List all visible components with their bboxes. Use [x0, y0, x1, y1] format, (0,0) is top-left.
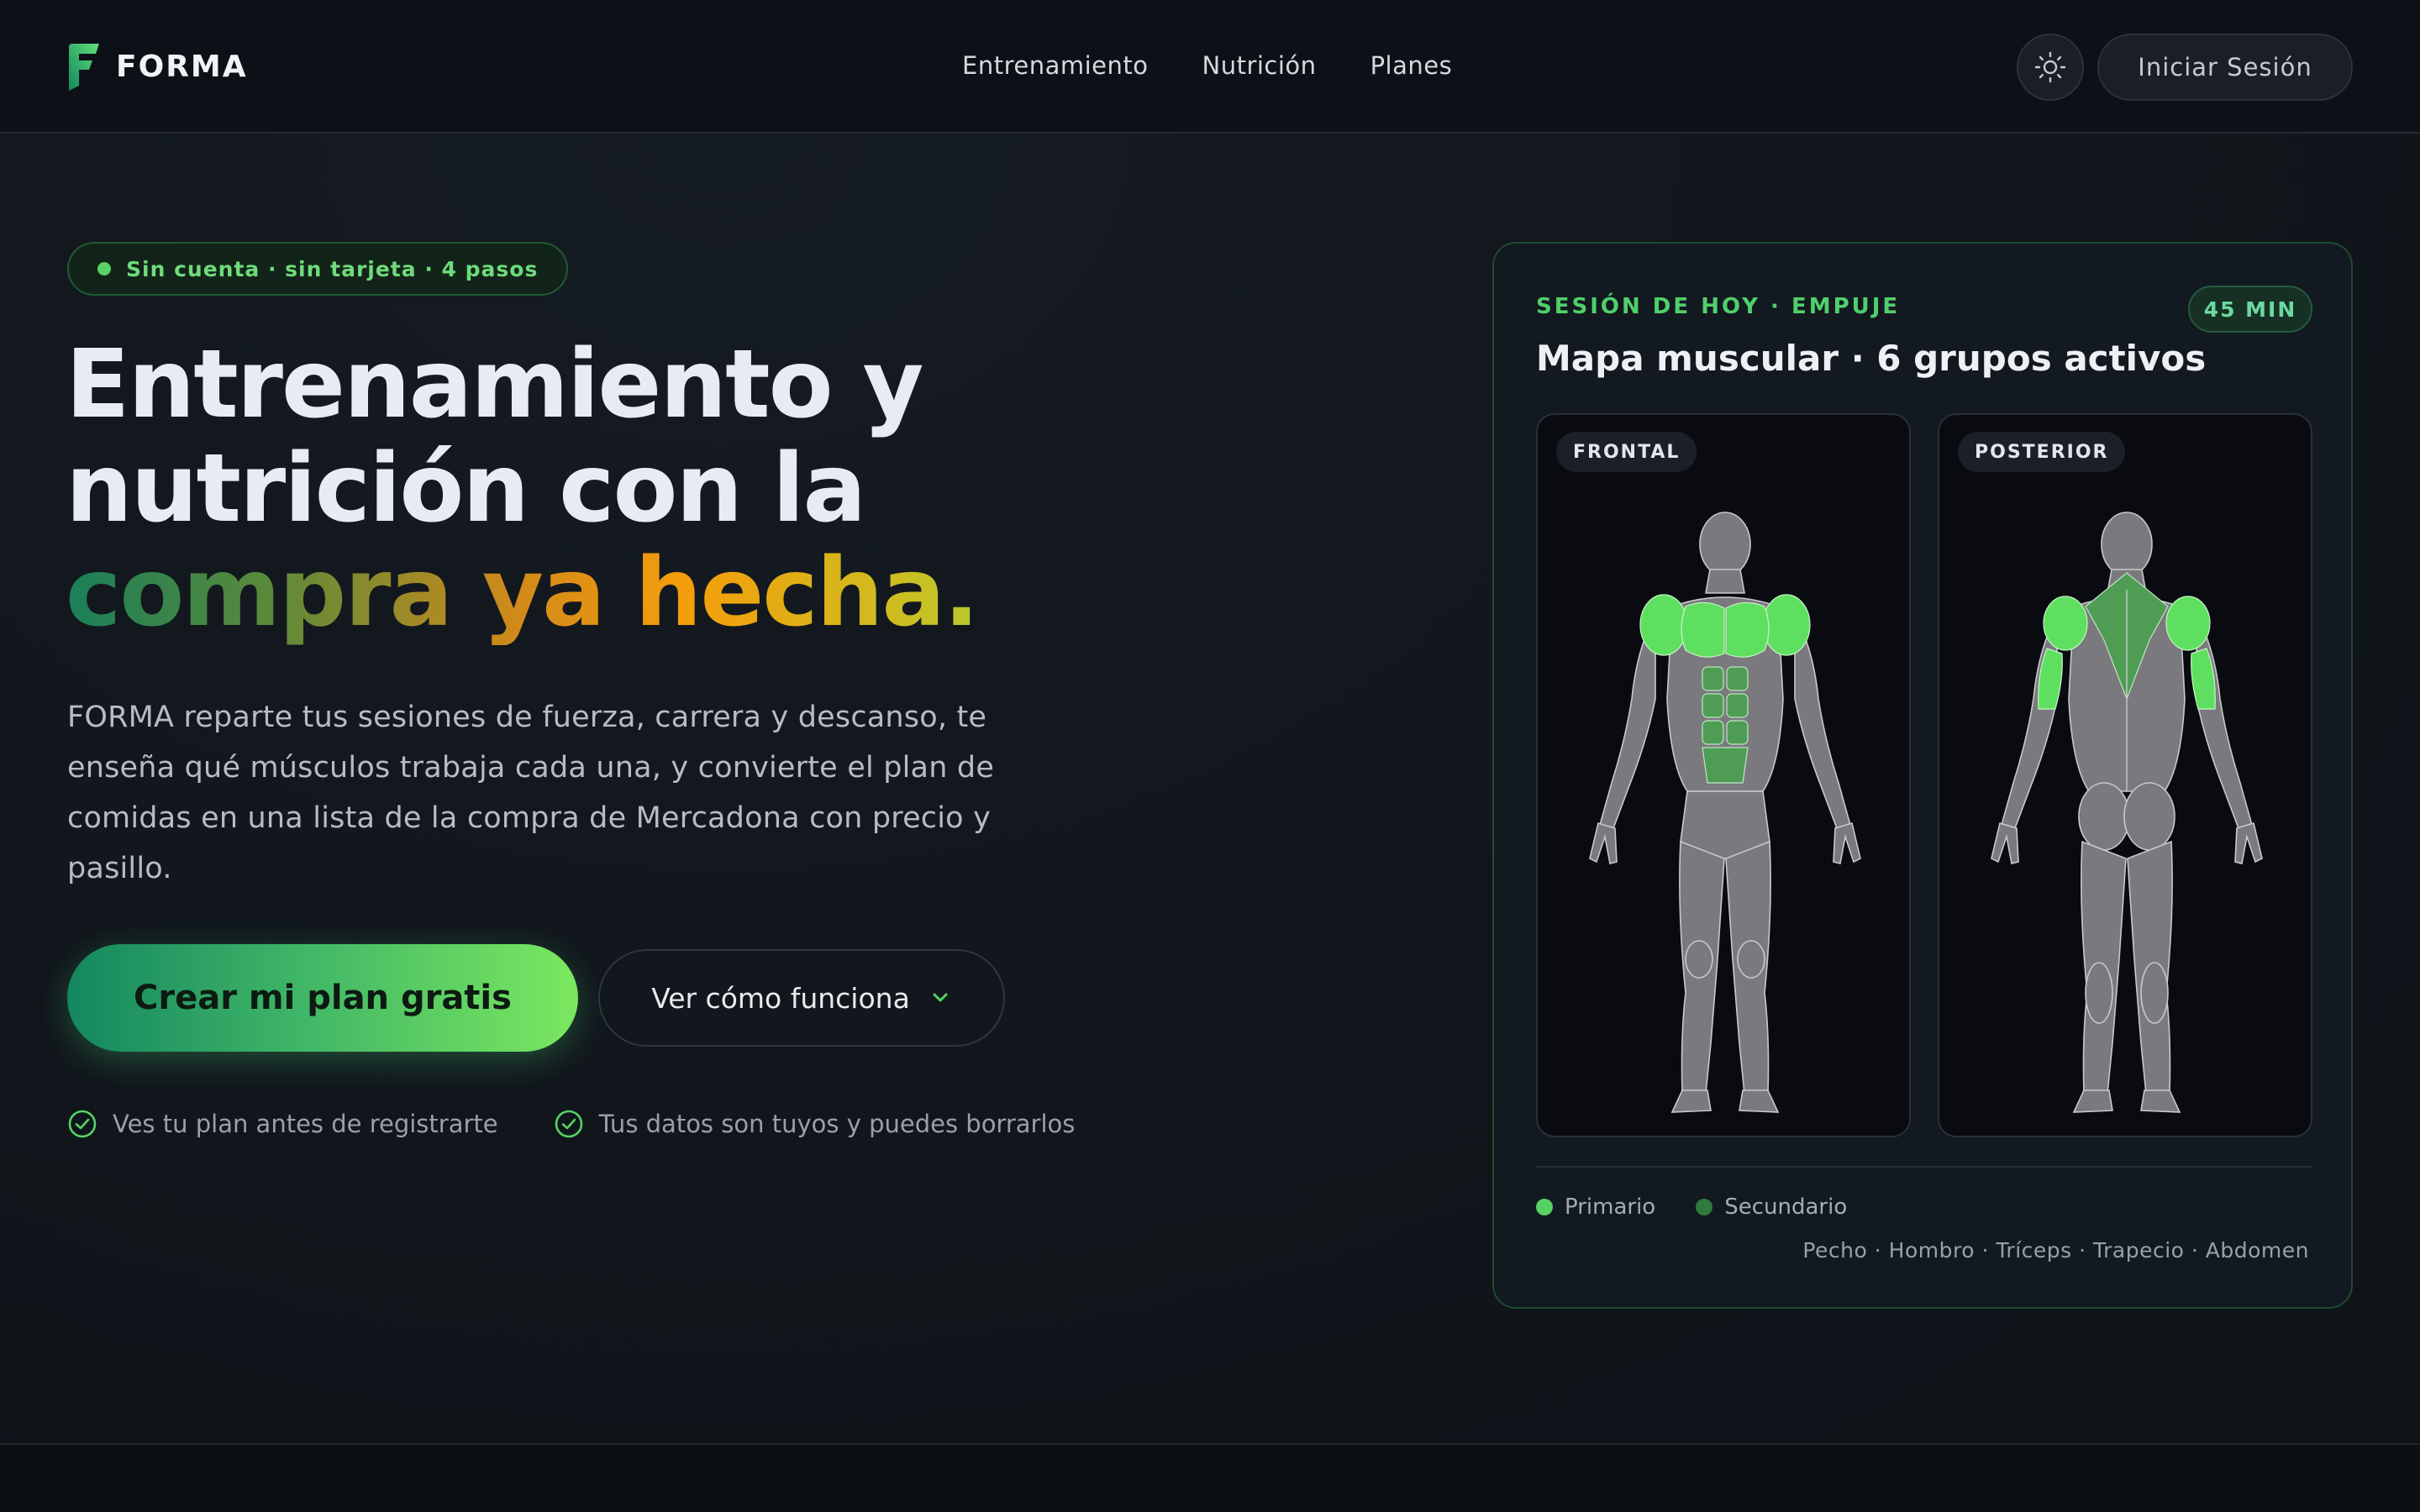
active-muscle-list: Pecho · Hombro · Tríceps · Trapecio · Ab…: [1802, 1238, 2309, 1263]
secondary-dot-icon: [1696, 1199, 1713, 1215]
login-button[interactable]: Iniciar Sesión: [2097, 34, 2353, 101]
hero-badge-text: Sin cuenta · sin tarjeta · 4 pasos: [126, 256, 539, 281]
hero-assurances: Ves tu plan antes de registrarte Tus dat…: [67, 1105, 1075, 1142]
hero-badge: Sin cuenta · sin tarjeta · 4 pasos: [67, 242, 569, 296]
how-it-works-button[interactable]: Ver cómo funciona: [598, 949, 1005, 1047]
card-divider: [1536, 1166, 2312, 1168]
legend-primary-label: Primario: [1565, 1194, 1656, 1220]
legend-secondary-label: Secundario: [1724, 1194, 1848, 1220]
how-it-works-label: Ver cómo funciona: [651, 981, 910, 1015]
duration-badge: 45 MIN: [2188, 286, 2312, 333]
headline-line-2: nutrición con la: [66, 434, 866, 543]
primary-dot-icon: [1536, 1199, 1553, 1215]
brand-logo[interactable]: FORMA: [67, 42, 248, 91]
theme-toggle-button[interactable]: [2017, 34, 2084, 101]
brand-name: FORMA: [116, 49, 248, 84]
assurance-item: Tus datos son tuyos y puedes borrarlos: [554, 1109, 1076, 1139]
create-plan-button[interactable]: Crear mi plan gratis: [67, 944, 578, 1052]
session-card: SESIÓN DE HOY · EMPUJE 45 MIN Mapa muscu…: [1492, 242, 2353, 1309]
check-circle-icon: [68, 1110, 97, 1138]
back-muscle-map-icon: [1991, 512, 2263, 1113]
nav-link-nutricion[interactable]: Nutrición: [1202, 51, 1317, 80]
back-label: POSTERIOR: [1958, 432, 2126, 472]
front-body-panel: FRONTAL: [1536, 413, 1911, 1137]
front-label: FRONTAL: [1556, 432, 1697, 472]
nav-link-entrenamiento[interactable]: Entrenamiento: [962, 51, 1149, 80]
sun-icon: [2034, 51, 2066, 83]
nav-link-planes[interactable]: Planes: [1370, 51, 1453, 80]
top-nav: FORMA Entrenamiento Nutrición Planes Ini…: [0, 0, 2420, 134]
session-title: Mapa muscular · 6 grupos activos: [1536, 338, 2207, 379]
front-muscle-map-icon: [1589, 512, 1861, 1113]
muscle-legend: Primario Secundario: [1536, 1194, 1847, 1220]
assurance-text: Tus datos son tuyos y puedes borrarlos: [598, 1110, 1076, 1138]
headline-line-1: Entrenamiento y: [66, 330, 924, 439]
legend-secondary: Secundario: [1696, 1194, 1847, 1220]
assurance-text: Ves tu plan antes de registrarte: [113, 1110, 498, 1138]
hero-headline: Entrenamiento y nutrición con la compra …: [66, 333, 1200, 645]
main-nav: Entrenamiento Nutrición Planes: [962, 47, 1452, 84]
legend-primary: Primario: [1536, 1194, 1655, 1220]
hero-lead-paragraph: FORMA reparte tus sesiones de fuerza, ca…: [67, 701, 995, 885]
session-kicker: SESIÓN DE HOY · EMPUJE: [1536, 294, 1901, 319]
headline-line-3-gradient: compra ya hecha.: [66, 541, 1200, 645]
check-circle-icon: [555, 1110, 582, 1138]
forma-logo-icon: [69, 44, 99, 91]
chevron-down-icon: [933, 993, 948, 1002]
back-body-panel: POSTERIOR: [1938, 413, 2312, 1137]
status-dot-icon: [97, 262, 111, 276]
next-section-edge: [0, 1443, 2420, 1512]
assurance-item: Ves tu plan antes de registrarte: [67, 1109, 498, 1139]
